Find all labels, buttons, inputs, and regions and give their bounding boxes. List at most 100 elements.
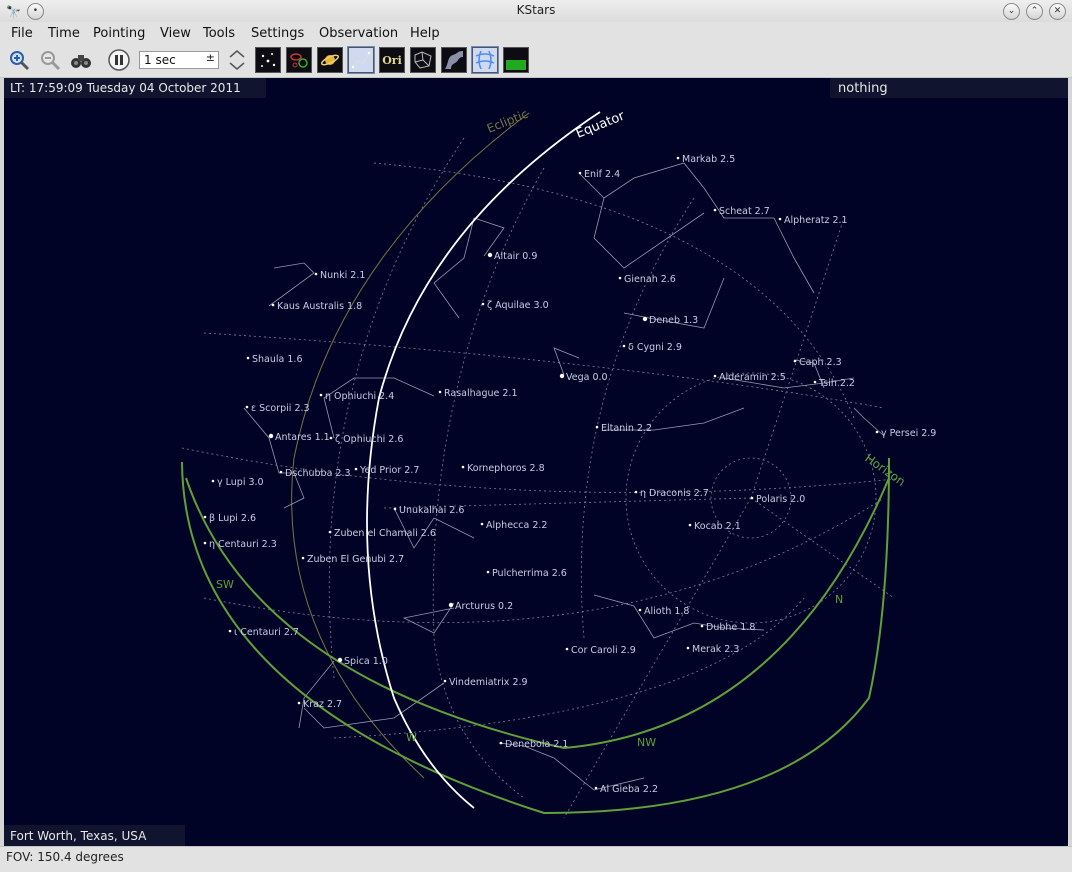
constellation-boundaries-icon[interactable]	[410, 47, 436, 73]
star-point[interactable]	[268, 433, 274, 439]
zoom-out-icon[interactable]	[37, 47, 63, 73]
star-point[interactable]	[443, 679, 447, 683]
star-point[interactable]	[297, 701, 301, 705]
compass-sw: SW	[216, 578, 234, 591]
star-point[interactable]	[676, 156, 680, 160]
menu-file[interactable]: File	[11, 26, 33, 41]
star-point[interactable]	[778, 217, 782, 221]
star-point[interactable]	[642, 316, 648, 322]
star-point[interactable]	[354, 467, 358, 471]
equator-line	[366, 111, 601, 809]
minimize-button[interactable]: ⌄	[1003, 3, 1020, 20]
menu-help[interactable]: Help	[410, 26, 440, 41]
star-point[interactable]	[813, 380, 817, 384]
constellation-names-icon[interactable]: Ori	[379, 47, 405, 73]
star-point[interactable]	[486, 570, 490, 574]
star-point[interactable]	[203, 515, 207, 519]
star-label: Antares 1.1	[275, 432, 330, 443]
ground-icon[interactable]	[503, 47, 529, 73]
star-point[interactable]	[713, 374, 717, 378]
coordinate-grid-icon[interactable]	[471, 46, 499, 74]
star-point[interactable]	[329, 436, 333, 440]
star-point[interactable]	[314, 272, 318, 276]
star-point[interactable]	[319, 393, 323, 397]
milky-way-icon[interactable]	[441, 47, 467, 73]
star-point[interactable]	[622, 344, 626, 348]
main-toolbar: 1 sec ± Ori	[0, 44, 1072, 78]
star-label: Nunki 2.1	[320, 270, 365, 281]
star-point[interactable]	[481, 302, 485, 306]
star-label: ζ Aquilae 3.0	[487, 300, 549, 311]
stars-toggle-icon[interactable]	[255, 47, 281, 73]
menu-settings[interactable]: Settings	[251, 26, 304, 41]
star-point[interactable]	[793, 359, 797, 363]
star-point[interactable]	[448, 602, 454, 608]
star-label: Denebola 2.1	[505, 739, 568, 750]
star-point[interactable]	[203, 541, 207, 545]
star-point[interactable]	[634, 490, 638, 494]
menu-tools[interactable]: Tools	[203, 26, 235, 41]
close-button[interactable]: ✕	[1049, 3, 1066, 20]
star-label: Spica 1.0	[344, 656, 388, 667]
star-point[interactable]	[618, 276, 622, 280]
timestep-updown-icon[interactable]	[226, 47, 248, 73]
star-label: Alderamin 2.5	[719, 372, 786, 383]
star-point[interactable]	[328, 530, 332, 534]
star-label: η Ophiuchi 2.4	[325, 391, 394, 402]
local-time-box: LT: 17:59:09 Tuesday 04 October 2011	[4, 78, 266, 98]
star-point[interactable]	[713, 208, 717, 212]
star-label: β Lupi 2.6	[209, 513, 256, 524]
star-point[interactable]	[337, 657, 343, 663]
star-point[interactable]	[245, 405, 249, 409]
star-label: Polaris 2.0	[756, 494, 805, 505]
star-point[interactable]	[228, 629, 232, 633]
star-label: Arcturus 0.2	[455, 601, 513, 612]
star-point[interactable]	[686, 646, 690, 650]
star-label: ζ Ophiuchi 2.6	[335, 434, 403, 445]
menu-pointing[interactable]: Pointing	[93, 26, 145, 41]
star-point[interactable]	[480, 522, 484, 526]
window-titlebar: 🔭 • KStars ⌄ ⌃ ✕	[0, 0, 1072, 23]
star-point[interactable]	[499, 741, 503, 745]
maximize-button[interactable]: ⌃	[1026, 3, 1043, 20]
star-label: Eltanin 2.2	[601, 423, 652, 434]
star-layer: Markab 2.5 Enif 2.4 Scheat 2.7 Alpheratz 2.…	[203, 154, 936, 795]
star-label: Kornephoros 2.8	[467, 463, 545, 474]
pause-icon[interactable]	[106, 47, 132, 73]
star-point[interactable]	[875, 430, 879, 434]
star-point[interactable]	[594, 786, 598, 790]
sky-canvas[interactable]: Ecliptic Equator Horizon SW W NW N Marka…	[4, 78, 1068, 846]
menu-time[interactable]: Time	[48, 26, 80, 41]
star-label: Rasalhague 2.1	[444, 388, 518, 399]
star-label: Alioth 1.8	[644, 606, 689, 617]
star-point[interactable]	[301, 556, 305, 560]
star-point[interactable]	[750, 496, 754, 500]
star-point[interactable]	[271, 303, 275, 307]
star-point[interactable]	[279, 470, 283, 474]
star-point[interactable]	[638, 608, 642, 612]
constellation-lines-icon[interactable]	[347, 46, 375, 74]
star-point[interactable]	[595, 425, 599, 429]
star-label: Yed Prior 2.7	[359, 465, 419, 476]
star-point[interactable]	[700, 624, 704, 628]
binoculars-icon[interactable]	[68, 47, 94, 73]
star-point[interactable]	[565, 647, 569, 651]
deep-sky-toggle-icon[interactable]	[286, 47, 312, 73]
star-point[interactable]	[487, 252, 493, 258]
star-point[interactable]	[559, 373, 565, 379]
menu-view[interactable]: View	[160, 26, 191, 41]
star-point[interactable]	[393, 507, 397, 511]
menu-observation[interactable]: Observation	[319, 26, 398, 41]
star-point[interactable]	[246, 356, 250, 360]
star-label: Alphecca 2.2	[486, 520, 547, 531]
planet-toggle-icon[interactable]	[317, 47, 343, 73]
zoom-in-icon[interactable]	[6, 47, 32, 73]
compass-n: N	[835, 593, 843, 606]
star-point[interactable]	[461, 465, 465, 469]
star-point[interactable]	[688, 523, 692, 527]
star-point[interactable]	[211, 479, 215, 483]
timestep-spinbox[interactable]: 1 sec ±	[139, 51, 219, 69]
sky-map[interactable]: Ecliptic Equator Horizon SW W NW N Marka…	[4, 78, 1068, 846]
star-point[interactable]	[578, 171, 582, 175]
star-point[interactable]	[438, 390, 442, 394]
